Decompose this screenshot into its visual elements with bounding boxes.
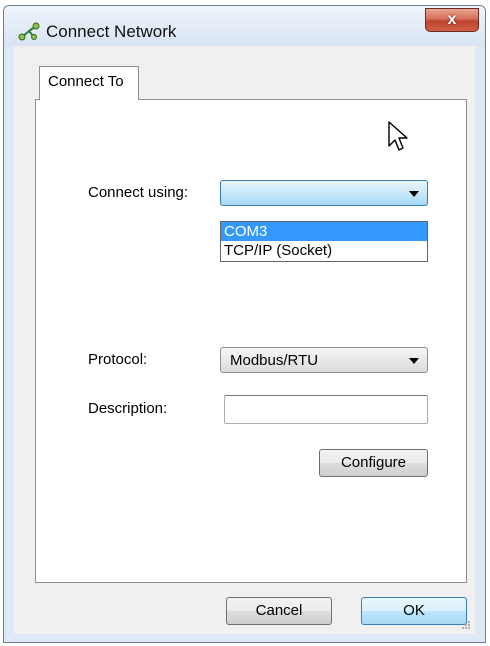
connect-network-dialog: Connect Network x Connect To Connect usi… — [3, 5, 486, 643]
close-button[interactable]: x — [425, 8, 479, 32]
configure-button[interactable]: Configure — [319, 449, 428, 477]
mouse-pointer-icon — [388, 121, 408, 151]
protocol-label: Protocol: — [88, 351, 148, 368]
network-connect-icon — [18, 22, 40, 41]
close-icon: x — [447, 11, 457, 28]
protocol-dropdown[interactable]: Modbus/RTU — [220, 347, 428, 373]
connect-using-dropdown[interactable] — [220, 180, 428, 206]
tab-connect-to[interactable]: Connect To — [39, 66, 139, 100]
description-label: Description: — [88, 400, 168, 417]
connect-using-options-list[interactable]: COM3 TCP/IP (Socket) — [220, 221, 428, 262]
window-title: Connect Network — [46, 22, 177, 41]
tab-panel: Connect using: COM3 TCP/IP (Socket) Prot… — [35, 99, 467, 583]
cancel-button[interactable]: Cancel — [226, 597, 332, 625]
chevron-down-icon — [409, 191, 419, 197]
option-com3[interactable]: COM3 — [221, 222, 427, 241]
option-tcp-ip-socket[interactable]: TCP/IP (Socket) — [221, 241, 427, 260]
protocol-value: Modbus/RTU — [230, 352, 319, 369]
resize-grip-icon[interactable] — [461, 620, 471, 630]
title-bar[interactable]: Connect Network x — [4, 6, 485, 46]
ok-button[interactable]: OK — [361, 597, 467, 625]
connect-using-label: Connect using: — [88, 184, 189, 201]
description-input[interactable] — [224, 395, 428, 424]
tab-label: Connect To — [48, 73, 124, 90]
chevron-down-icon — [409, 358, 419, 364]
